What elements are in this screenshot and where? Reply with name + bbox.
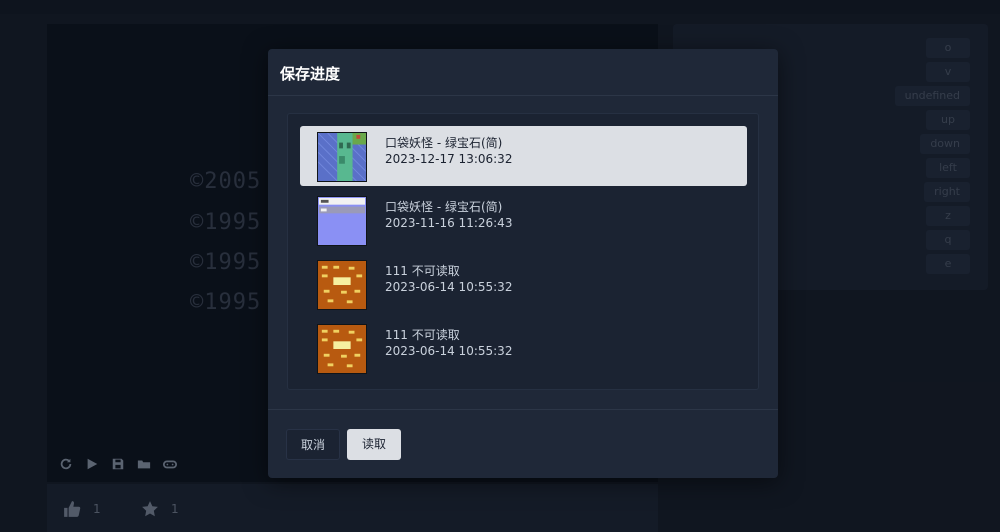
save-thumbnail: [317, 260, 367, 310]
save-progress-dialog: 保存进度 口袋妖怪 - 绿宝石(简) 2023-12-17 13:06:32 口…: [268, 49, 778, 478]
save-thumbnail: [317, 324, 367, 374]
load-button[interactable]: 读取: [347, 429, 401, 460]
save-name: 111 不可读取: [385, 264, 460, 278]
save-thumbnail: [317, 196, 367, 246]
save-name: 口袋妖怪 - 绿宝石(简): [385, 200, 503, 214]
cancel-button[interactable]: 取消: [286, 429, 340, 460]
divider: [268, 409, 778, 410]
save-slot[interactable]: 口袋妖怪 - 绿宝石(简) 2023-11-16 11:26:43: [300, 190, 747, 250]
save-slot[interactable]: 111 不可读取 2023-06-14 10:55:32: [300, 254, 747, 314]
save-date: 2023-11-16 11:26:43: [385, 216, 513, 230]
save-slot[interactable]: 口袋妖怪 - 绿宝石(简) 2023-12-17 13:06:32: [300, 126, 747, 186]
save-name: 111 不可读取: [385, 328, 460, 342]
divider: [268, 95, 778, 96]
save-slot-list: 口袋妖怪 - 绿宝石(简) 2023-12-17 13:06:32 口袋妖怪 -…: [287, 113, 759, 390]
save-thumbnail: [317, 132, 367, 182]
save-date: 2023-06-14 10:55:32: [385, 280, 513, 294]
dialog-title: 保存进度: [280, 65, 341, 83]
save-name: 口袋妖怪 - 绿宝石(简): [385, 136, 503, 150]
save-date: 2023-06-14 10:55:32: [385, 344, 513, 358]
save-date: 2023-12-17 13:06:32: [385, 152, 513, 166]
save-slot[interactable]: 111 不可读取 2023-06-14 10:55:32: [300, 318, 747, 378]
